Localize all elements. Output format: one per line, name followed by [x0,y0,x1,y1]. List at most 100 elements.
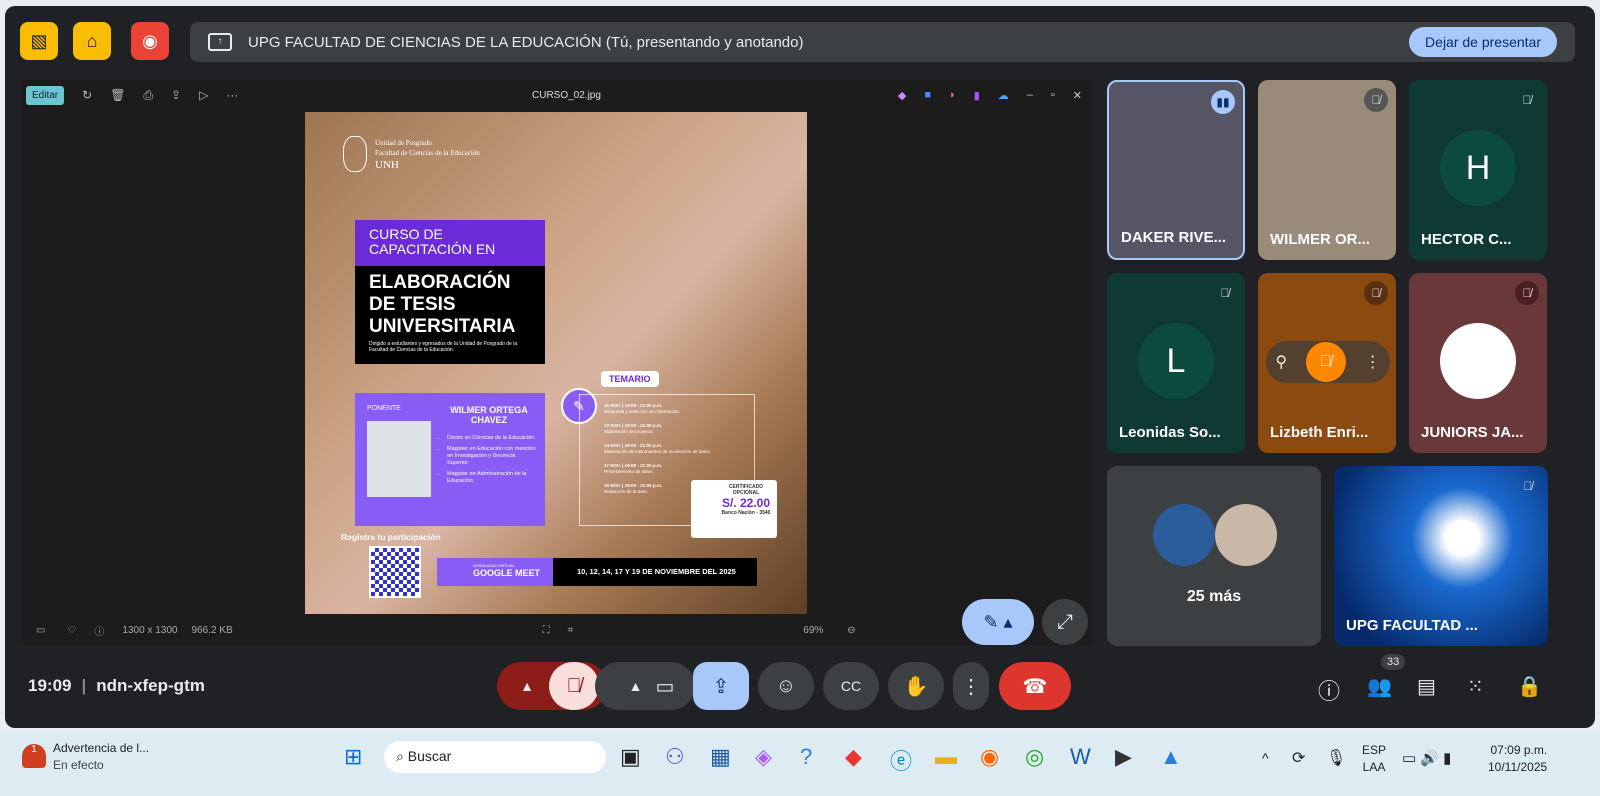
teams-icon[interactable]: ⚇ [665,744,685,770]
people-icon[interactable]: 👥 [1367,674,1392,699]
clipchamp-icon[interactable]: ◗ [949,89,956,102]
share-icon[interactable]: ⇪ [171,88,181,102]
favorite-icon[interactable]: ♡ [67,625,76,636]
temario-label: TEMARIO [601,371,659,387]
create-icon[interactable]: ▮ [974,89,980,102]
captions-button[interactable]: CC [823,662,879,710]
mic-options-chevron[interactable]: ▲ [505,678,549,694]
more-options-icon[interactable]: ⋮ [1365,352,1381,372]
pin-icon[interactable]: ⚲ [1275,352,1287,372]
qr-code [369,546,421,598]
temario-item: 10 NOV. | 19:00 - 21:00 p.m. Búsqueda y s… [604,403,680,414]
designer-icon[interactable]: ■ [924,89,931,102]
mic-off-button[interactable]: 🎙̸ [549,662,599,710]
record-button[interactable]: ◉ [131,22,169,60]
chat-icon[interactable]: ▤ [1417,674,1436,699]
microphone-icon[interactable]: 🎙 [1326,748,1346,768]
delete-icon[interactable]: 🗑 [110,88,125,102]
fit-icon[interactable]: ⛶ [543,625,550,636]
host-controls-icon[interactable]: 🔒 [1517,674,1542,699]
activities-icon[interactable]: ⁙ [1467,674,1484,699]
edge-icon[interactable]: ⓔ [890,744,912,776]
show-hidden-icons[interactable]: ^ [1262,750,1269,766]
word-icon[interactable]: W [1070,744,1091,770]
search-box[interactable]: ⌕ Buscar [384,741,606,773]
close-icon[interactable]: ✕ [1073,89,1082,102]
app-icon[interactable]: ◆ [845,744,862,770]
minimize-icon[interactable]: – [1027,89,1033,102]
task-view-icon[interactable]: ▣ [620,744,641,770]
reactions-button[interactable]: ☺ [758,662,814,710]
sync-icon[interactable]: ⟳ [1292,748,1305,768]
camera-options-chevron[interactable]: ▲ [616,678,656,694]
start-icon[interactable]: ⊞ [344,744,362,770]
leave-call-button[interactable]: ☎ [999,662,1071,710]
filmstrip-icon[interactable]: ▭ [36,625,45,636]
stop-presenting-button[interactable]: Dejar de presentar [1409,27,1557,57]
course-audience: Dirigido a estudiantes y egresados de la… [369,341,518,353]
clock[interactable]: 07:09 p.m. 10/11/2025 [1488,742,1547,776]
avatar [1215,504,1277,566]
avatar: H [1440,130,1516,206]
participant-tile[interactable]: 🎙̸ L Leonidas So... [1107,273,1245,453]
file-explorer-icon[interactable]: ▬ [935,744,957,770]
present-button[interactable]: ⇪ [693,662,749,710]
firefox-icon[interactable]: ◉ [980,744,999,770]
meeting-code: ndn-xfep-gtm [96,676,205,695]
slideshow-icon[interactable]: ▷ [199,88,208,102]
participant-tile[interactable]: 🎙̸ H HECTOR C... [1409,80,1547,260]
more-count: 25 más [1186,588,1242,605]
participant-tile[interactable]: 🎙̸ UPG FACULTAD ... [1334,466,1548,646]
avatar [1440,323,1516,399]
alert-subtitle: En efecto [53,758,104,772]
media-player-icon[interactable]: ▶ [1115,744,1132,770]
print-icon[interactable]: ⎙ [143,88,153,103]
fullscreen-button[interactable]: ⤢ [1042,599,1088,645]
banner-title: UPG FACULTAD DE CIENCIAS DE LA EDUCACIÓN… [248,33,804,51]
edit-button[interactable]: Editar [26,85,65,105]
course-dates: 10, 12, 14, 17 Y 19 DE NOVIEMBRE DEL 202… [553,558,757,586]
participant-tile[interactable]: ▮▮ DAKER RIVE... [1107,80,1245,260]
annotate-button[interactable]: ✎ ▴ [962,599,1034,645]
mic-control: ▲ 🎙̸ [497,662,607,710]
weather-alert-icon[interactable]: 1 [22,744,46,768]
participant-tile[interactable]: 🎙̸ JUNIORS JA... [1409,273,1547,453]
photos-icon[interactable]: ▲ [1160,744,1182,770]
meeting-time: 19:09 [28,676,72,695]
copilot-icon[interactable]: ◈ [755,744,772,770]
viewer-toolbar: Editar ↻ 🗑 ⎙ ⇪ ▷ ··· CURSO_02.jpg ◆ ■ ◗ … [22,80,1092,110]
mute-icon[interactable]: 🎙̸ [1305,342,1346,382]
camera-button[interactable]: ▭ [656,674,675,699]
university-seal-icon [343,136,367,172]
language-indicator[interactable]: ESP LAA [1362,742,1386,776]
rotate-icon[interactable]: ↻ [82,88,92,102]
onedrive-icon[interactable]: ☁ [998,89,1009,102]
participant-count-badge: 33 [1381,654,1406,670]
cert-price: S/. 22.00 [721,496,771,510]
help-icon[interactable]: ? [800,744,812,770]
meeting-info-icon[interactable]: ⓘ [1318,674,1340,706]
actual-size-icon[interactable]: ⌗ [568,625,574,636]
more-participants-tile[interactable]: 25 más [1107,466,1321,646]
camera-control: ▲ ▭ [595,662,695,710]
meet-window: ▧ ⌂ ◉ ↑ UPG FACULTAD DE CIENCIAS DE LA E… [5,6,1595,728]
zoom-level[interactable]: 69% [803,625,823,636]
copilot-icon[interactable]: ◆ [898,89,906,102]
credential: Magister en Administración de la Educaci… [447,471,539,485]
chrome-icon[interactable]: ◎ [1025,744,1044,770]
door-icon-button[interactable]: ⌂ [73,22,111,60]
store-icon[interactable]: ▦ [710,744,731,770]
info-icon[interactable]: ⓘ [94,623,104,638]
alert-title[interactable]: Advertencia de l... [53,741,149,755]
more-icon[interactable]: ··· [226,88,238,102]
mic-off-icon: 🎙̸ [1523,479,1533,493]
more-options-button[interactable]: ⋮ [953,662,989,710]
participant-tile[interactable]: 🎙̸ WILMER OR... [1258,80,1396,260]
restore-icon[interactable]: ▫ [1051,89,1055,102]
participant-tile[interactable]: 🎙̸ ⚲ 🎙̸ ⋮ Lizbeth Enri... [1258,273,1396,453]
org-line-2: Facultad de Ciencias de la Educación [375,149,480,157]
raise-hand-button[interactable]: ✋ [888,662,944,710]
network-volume-battery-icons[interactable]: ▭ 🔊 ▮ [1402,749,1451,767]
zoom-out-icon[interactable]: ⊖ [847,625,855,636]
hide-presentation-button[interactable]: ▧ [20,22,58,60]
